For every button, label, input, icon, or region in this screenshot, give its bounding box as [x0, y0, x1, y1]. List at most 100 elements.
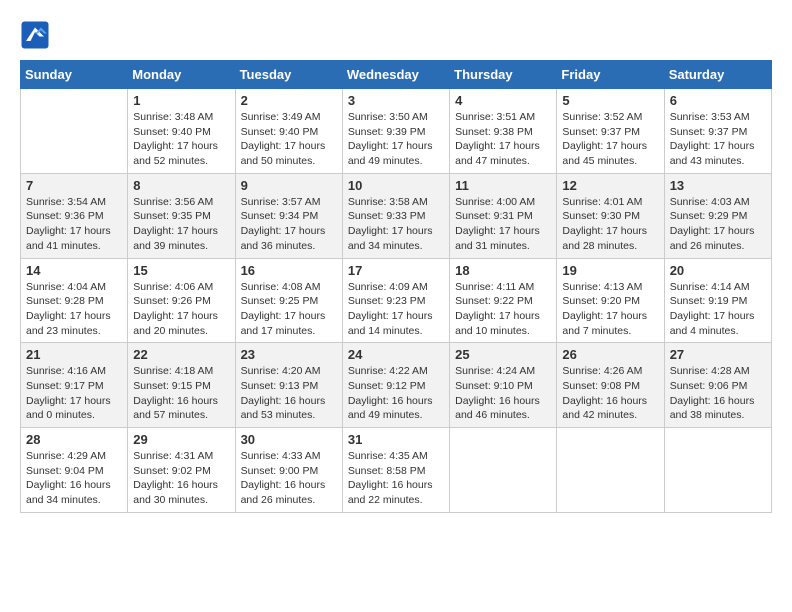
cell-info: Sunrise: 4:35 AM Sunset: 8:58 PM Dayligh… [348, 449, 444, 508]
day-number: 22 [133, 347, 229, 362]
cell-info: Sunrise: 4:03 AM Sunset: 9:29 PM Dayligh… [670, 195, 766, 254]
calendar-cell: 24 Sunrise: 4:22 AM Sunset: 9:12 PM Dayli… [342, 343, 449, 428]
calendar-cell: 17Sunrise: 4:09 AM Sunset: 9:23 PM Dayli… [342, 258, 449, 343]
calendar-cell: 3 Sunrise: 3:50 AM Sunset: 9:39 PM Daylig… [342, 89, 449, 174]
cell-info: Sunrise: 3:53 AM Sunset: 9:37 PM Dayligh… [670, 110, 766, 169]
calendar-body: 1Sunrise: 3:48 AM Sunset: 9:40 PM Daylig… [21, 89, 772, 513]
day-number: 31 [348, 432, 444, 447]
calendar-cell [21, 89, 128, 174]
cell-info: Sunrise: 3:52 AM Sunset: 9:37 PM Dayligh… [562, 110, 658, 169]
page-header [20, 20, 772, 50]
cell-info: Sunrise: 4:16 AM Sunset: 9:17 PM Dayligh… [26, 364, 122, 423]
cell-info: Sunrise: 4:33 AM Sunset: 9:00 PM Dayligh… [241, 449, 337, 508]
day-header-tuesday: Tuesday [235, 61, 342, 89]
calendar-cell: 23Sunrise: 4:20 AM Sunset: 9:13 PM Dayli… [235, 343, 342, 428]
logo [20, 20, 54, 50]
calendar-cell: 29 Sunrise: 4:31 AM Sunset: 9:02 PM Dayli… [128, 428, 235, 513]
day-number: 3 [348, 93, 444, 108]
calendar-week-row: 21 Sunrise: 4:16 AM Sunset: 9:17 PM Dayli… [21, 343, 772, 428]
day-number: 11 [455, 178, 551, 193]
day-number: 27 [670, 347, 766, 362]
cell-info: Sunrise: 3:50 AM Sunset: 9:39 PM Dayligh… [348, 110, 444, 169]
calendar-cell: 9 Sunrise: 3:57 AM Sunset: 9:34 PM Daylig… [235, 173, 342, 258]
cell-info: Sunrise: 4:00 AM Sunset: 9:31 PM Dayligh… [455, 195, 551, 254]
calendar-cell: 1Sunrise: 3:48 AM Sunset: 9:40 PM Daylig… [128, 89, 235, 174]
cell-info: Sunrise: 4:31 AM Sunset: 9:02 PM Dayligh… [133, 449, 229, 508]
day-number: 24 [348, 347, 444, 362]
cell-info: Sunrise: 3:49 AM Sunset: 9:40 PM Dayligh… [241, 110, 337, 169]
calendar-cell: 27 Sunrise: 4:28 AM Sunset: 9:06 PM Dayli… [664, 343, 771, 428]
day-header-thursday: Thursday [450, 61, 557, 89]
day-header-wednesday: Wednesday [342, 61, 449, 89]
cell-info: Sunrise: 4:14 AM Sunset: 9:19 PM Dayligh… [670, 280, 766, 339]
calendar-cell: 18Sunrise: 4:11 AM Sunset: 9:22 PM Dayli… [450, 258, 557, 343]
day-number: 19 [562, 263, 658, 278]
calendar-cell: 12Sunrise: 4:01 AM Sunset: 9:30 PM Dayli… [557, 173, 664, 258]
calendar-cell [450, 428, 557, 513]
header-row: SundayMondayTuesdayWednesdayThursdayFrid… [21, 61, 772, 89]
day-number: 7 [26, 178, 122, 193]
cell-info: Sunrise: 4:13 AM Sunset: 9:20 PM Dayligh… [562, 280, 658, 339]
cell-info: Sunrise: 3:57 AM Sunset: 9:34 PM Dayligh… [241, 195, 337, 254]
calendar-cell: 28Sunrise: 4:29 AM Sunset: 9:04 PM Dayli… [21, 428, 128, 513]
calendar-cell: 10 Sunrise: 3:58 AM Sunset: 9:33 PM Dayli… [342, 173, 449, 258]
day-header-monday: Monday [128, 61, 235, 89]
calendar-cell [557, 428, 664, 513]
calendar-cell: 22Sunrise: 4:18 AM Sunset: 9:15 PM Dayli… [128, 343, 235, 428]
calendar-cell [664, 428, 771, 513]
cell-info: Sunrise: 4:08 AM Sunset: 9:25 PM Dayligh… [241, 280, 337, 339]
calendar-header: SundayMondayTuesdayWednesdayThursdayFrid… [21, 61, 772, 89]
day-header-sunday: Sunday [21, 61, 128, 89]
calendar-cell: 2 Sunrise: 3:49 AM Sunset: 9:40 PM Daylig… [235, 89, 342, 174]
day-number: 29 [133, 432, 229, 447]
logo-icon [20, 20, 50, 50]
calendar-week-row: 1Sunrise: 3:48 AM Sunset: 9:40 PM Daylig… [21, 89, 772, 174]
day-number: 4 [455, 93, 551, 108]
day-number: 25 [455, 347, 551, 362]
calendar-cell: 19 Sunrise: 4:13 AM Sunset: 9:20 PM Dayli… [557, 258, 664, 343]
calendar-cell: 26 Sunrise: 4:26 AM Sunset: 9:08 PM Dayli… [557, 343, 664, 428]
cell-info: Sunrise: 4:29 AM Sunset: 9:04 PM Dayligh… [26, 449, 122, 508]
day-number: 14 [26, 263, 122, 278]
calendar-cell: 13 Sunrise: 4:03 AM Sunset: 9:29 PM Dayli… [664, 173, 771, 258]
cell-info: Sunrise: 4:28 AM Sunset: 9:06 PM Dayligh… [670, 364, 766, 423]
cell-info: Sunrise: 4:09 AM Sunset: 9:23 PM Dayligh… [348, 280, 444, 339]
cell-info: Sunrise: 4:11 AM Sunset: 9:22 PM Dayligh… [455, 280, 551, 339]
cell-info: Sunrise: 4:22 AM Sunset: 9:12 PM Dayligh… [348, 364, 444, 423]
cell-info: Sunrise: 3:54 AM Sunset: 9:36 PM Dayligh… [26, 195, 122, 254]
day-number: 9 [241, 178, 337, 193]
calendar-cell: 7 Sunrise: 3:54 AM Sunset: 9:36 PM Daylig… [21, 173, 128, 258]
calendar-cell: 6 Sunrise: 3:53 AM Sunset: 9:37 PM Daylig… [664, 89, 771, 174]
calendar-cell: 5Sunrise: 3:52 AM Sunset: 9:37 PM Daylig… [557, 89, 664, 174]
calendar-cell: 16 Sunrise: 4:08 AM Sunset: 9:25 PM Dayli… [235, 258, 342, 343]
calendar-cell: 21 Sunrise: 4:16 AM Sunset: 9:17 PM Dayli… [21, 343, 128, 428]
cell-info: Sunrise: 4:04 AM Sunset: 9:28 PM Dayligh… [26, 280, 122, 339]
cell-info: Sunrise: 3:48 AM Sunset: 9:40 PM Dayligh… [133, 110, 229, 169]
cell-info: Sunrise: 3:51 AM Sunset: 9:38 PM Dayligh… [455, 110, 551, 169]
cell-info: Sunrise: 3:58 AM Sunset: 9:33 PM Dayligh… [348, 195, 444, 254]
calendar-week-row: 7 Sunrise: 3:54 AM Sunset: 9:36 PM Daylig… [21, 173, 772, 258]
day-number: 13 [670, 178, 766, 193]
day-number: 21 [26, 347, 122, 362]
calendar-cell: 25Sunrise: 4:24 AM Sunset: 9:10 PM Dayli… [450, 343, 557, 428]
day-number: 6 [670, 93, 766, 108]
day-number: 30 [241, 432, 337, 447]
calendar-cell: 15Sunrise: 4:06 AM Sunset: 9:26 PM Dayli… [128, 258, 235, 343]
day-number: 16 [241, 263, 337, 278]
day-header-friday: Friday [557, 61, 664, 89]
calendar-cell: 4 Sunrise: 3:51 AM Sunset: 9:38 PM Daylig… [450, 89, 557, 174]
day-number: 10 [348, 178, 444, 193]
calendar-table: SundayMondayTuesdayWednesdayThursdayFrid… [20, 60, 772, 513]
calendar-cell: 20 Sunrise: 4:14 AM Sunset: 9:19 PM Dayli… [664, 258, 771, 343]
day-number: 2 [241, 93, 337, 108]
calendar-cell: 8Sunrise: 3:56 AM Sunset: 9:35 PM Daylig… [128, 173, 235, 258]
day-number: 26 [562, 347, 658, 362]
cell-info: Sunrise: 4:26 AM Sunset: 9:08 PM Dayligh… [562, 364, 658, 423]
calendar-cell: 14 Sunrise: 4:04 AM Sunset: 9:28 PM Dayli… [21, 258, 128, 343]
day-number: 23 [241, 347, 337, 362]
calendar-week-row: 14 Sunrise: 4:04 AM Sunset: 9:28 PM Dayli… [21, 258, 772, 343]
calendar-cell: 31 Sunrise: 4:35 AM Sunset: 8:58 PM Dayli… [342, 428, 449, 513]
day-number: 20 [670, 263, 766, 278]
calendar-cell: 11 Sunrise: 4:00 AM Sunset: 9:31 PM Dayli… [450, 173, 557, 258]
day-number: 8 [133, 178, 229, 193]
